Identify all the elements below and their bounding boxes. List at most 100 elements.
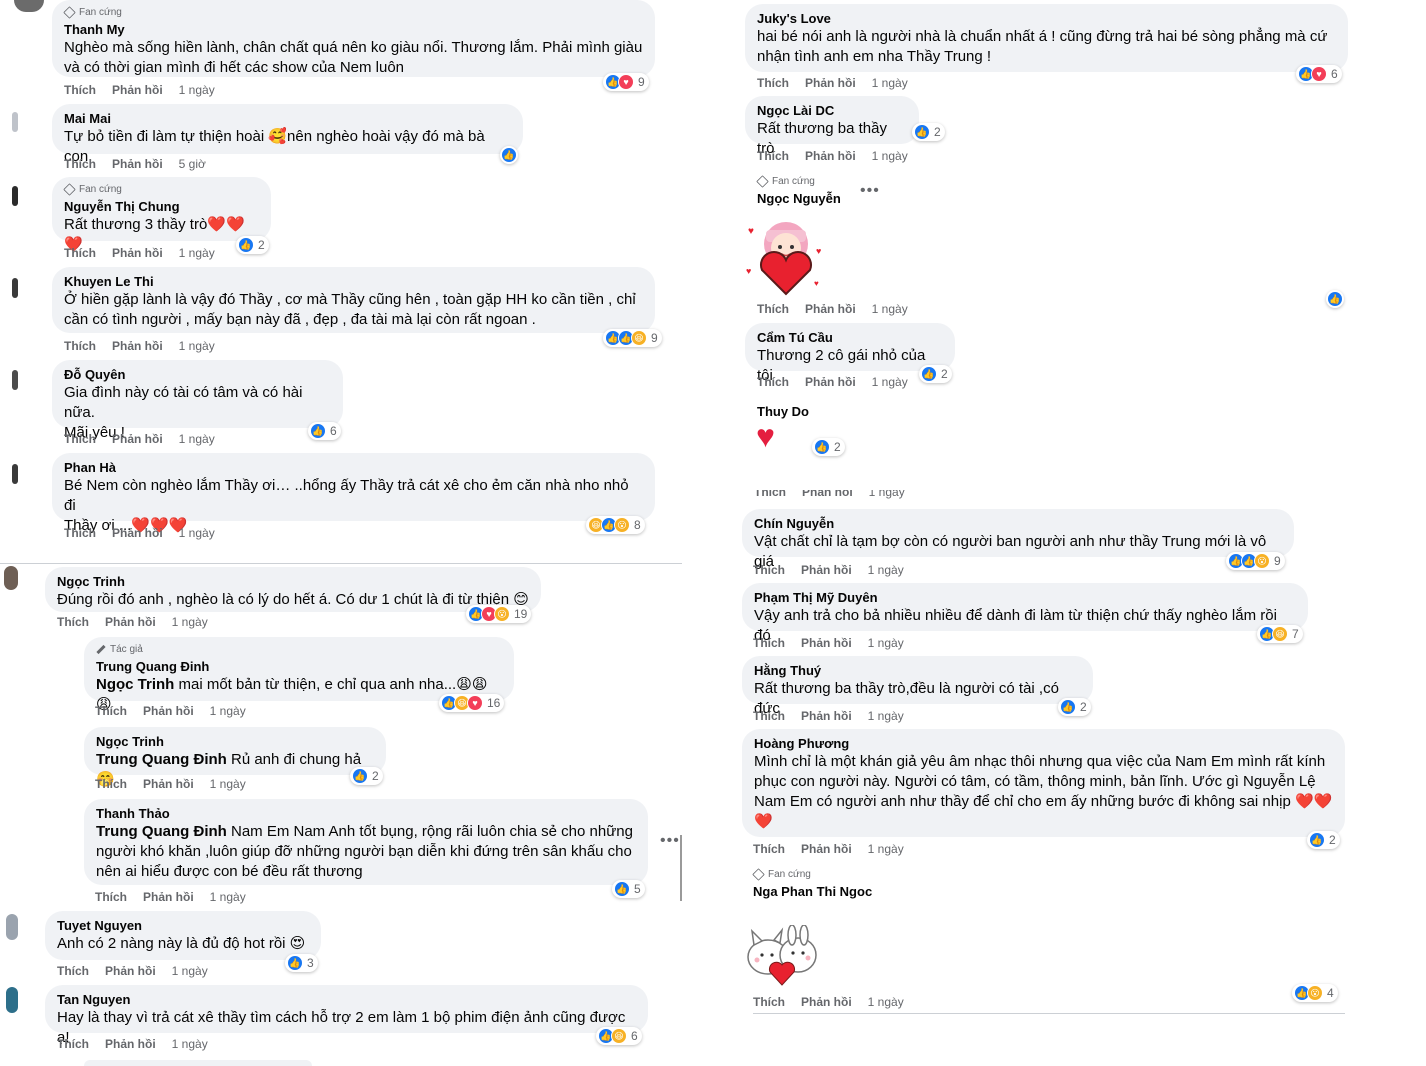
reaction-summary[interactable]: 👍 😆 ♥ 16 xyxy=(439,694,505,712)
timestamp[interactable]: 1 ngày xyxy=(872,302,908,316)
commenter-name[interactable]: Mai Mai xyxy=(64,111,511,127)
avatar[interactable] xyxy=(6,914,18,940)
timestamp[interactable]: 1 ngày xyxy=(179,246,215,260)
reply-button[interactable]: Phản hồi xyxy=(143,777,194,791)
commenter-name[interactable]: Ngọc Trinh xyxy=(96,734,374,750)
avatar[interactable] xyxy=(4,566,18,590)
reply-button[interactable]: Phản hồi xyxy=(112,339,163,353)
reaction-summary[interactable]: 👍 xyxy=(1326,290,1344,308)
reply-button[interactable]: Phản hồi xyxy=(801,563,852,577)
timestamp[interactable]: 5 giờ xyxy=(179,157,206,171)
mention-link[interactable]: Trung Quang Đinh xyxy=(96,751,227,768)
commenter-name[interactable]: Ngọc Trinh xyxy=(57,574,529,590)
reaction-summary[interactable]: 👍 2 xyxy=(1307,831,1340,849)
mention-link[interactable]: Trung Quang Đinh xyxy=(96,823,227,840)
commenter-name[interactable]: Phạm Thị Mỹ Duyên xyxy=(754,590,1296,606)
like-button[interactable]: Thích xyxy=(64,83,96,97)
avatar[interactable] xyxy=(12,464,18,484)
timestamp[interactable]: 1 ngày xyxy=(872,76,908,90)
like-button[interactable]: Thích xyxy=(753,842,785,856)
timestamp[interactable]: 1 ngày xyxy=(179,526,215,540)
reaction-summary[interactable]: 👍 xyxy=(500,146,518,164)
commenter-name[interactable]: Đỗ Quyên xyxy=(64,367,331,383)
commenter-name[interactable]: Nguyễn Thị Chung xyxy=(64,199,259,215)
reply-button[interactable]: Phản hồi xyxy=(801,709,852,723)
avatar[interactable] xyxy=(12,186,18,206)
like-button[interactable]: Thích xyxy=(64,339,96,353)
like-button[interactable]: Thích xyxy=(753,995,785,1009)
timestamp[interactable]: 1 ngày xyxy=(869,490,905,499)
like-button[interactable]: Thích xyxy=(753,563,785,577)
commenter-name[interactable]: Thanh Thảo xyxy=(96,806,636,822)
reply-button[interactable]: Phản hồi xyxy=(805,149,856,163)
like-button[interactable]: Thích xyxy=(757,302,789,316)
timestamp[interactable]: 1 ngày xyxy=(868,842,904,856)
like-button[interactable]: Thích xyxy=(757,375,789,389)
reply-button[interactable]: Phản hồi xyxy=(112,526,163,540)
timestamp[interactable]: 1 ngày xyxy=(210,890,246,904)
like-button[interactable]: Thích xyxy=(753,636,785,650)
timestamp[interactable]: 1 ngày xyxy=(172,615,208,629)
reaction-summary[interactable]: 👍 👍 😮 9 xyxy=(1226,552,1285,570)
like-button[interactable]: Thích xyxy=(57,615,89,629)
like-button[interactable]: Thích xyxy=(57,1037,89,1051)
mention-link[interactable]: Ngọc Trinh xyxy=(96,676,174,693)
like-button[interactable]: Thích xyxy=(64,526,96,540)
commenter-name[interactable]: Khuyen Le Thi xyxy=(64,274,643,290)
timestamp[interactable]: 1 ngày xyxy=(210,704,246,718)
reaction-summary[interactable]: 👍 2 xyxy=(350,767,383,785)
reaction-summary[interactable]: 😆 👍 😮 8 xyxy=(586,516,645,534)
commenter-name[interactable]: Tan Nguyen xyxy=(57,992,636,1008)
reply-button[interactable]: Phản hồi xyxy=(805,302,856,316)
reply-button[interactable]: Phản hồi xyxy=(143,890,194,904)
reply-button[interactable]: Phản hồi xyxy=(805,76,856,90)
like-button[interactable]: Thích xyxy=(753,709,785,723)
commenter-name[interactable]: Cẩm Tú Cầu xyxy=(757,330,943,346)
reply-button[interactable]: Phản hồi xyxy=(143,704,194,718)
timestamp[interactable]: 1 ngày xyxy=(172,964,208,978)
avatar[interactable] xyxy=(12,112,18,132)
commenter-name[interactable]: Tuyet Nguyen xyxy=(57,918,309,934)
like-button[interactable]: Thích xyxy=(754,490,786,499)
reaction-summary[interactable]: 👍 ♥ 😮 19 xyxy=(466,605,532,623)
avatar[interactable] xyxy=(14,0,44,12)
reaction-summary[interactable]: 👍 ♥ 9 xyxy=(603,73,649,91)
commenter-name[interactable]: Hoàng Phương xyxy=(754,736,1333,752)
commenter-name[interactable]: Juky's Love xyxy=(757,11,1336,27)
like-button[interactable]: Thích xyxy=(757,149,789,163)
timestamp[interactable]: 1 ngày xyxy=(872,375,908,389)
like-button[interactable]: Thích xyxy=(757,76,789,90)
reaction-summary[interactable]: 👍 2 xyxy=(919,365,952,383)
reply-button[interactable]: Phản hồi xyxy=(801,842,852,856)
timestamp[interactable]: 1 ngày xyxy=(172,1037,208,1051)
reaction-summary[interactable]: 👍 2 xyxy=(812,438,845,456)
like-button[interactable]: Thích xyxy=(64,246,96,260)
reply-button[interactable]: Phản hồi xyxy=(112,432,163,446)
commenter-name[interactable]: Thanh My xyxy=(64,22,643,38)
timestamp[interactable]: 1 ngày xyxy=(179,83,215,97)
reaction-summary[interactable]: 👍 3 xyxy=(285,954,318,972)
reaction-summary[interactable]: 👍 6 xyxy=(308,422,341,440)
reply-button[interactable]: Phản hồi xyxy=(105,964,156,978)
reply-button[interactable]: Phản hồi xyxy=(112,157,163,171)
like-button[interactable]: Thích xyxy=(95,704,127,718)
timestamp[interactable]: 1 ngày xyxy=(210,777,246,791)
reaction-summary[interactable]: 👍 5 xyxy=(612,880,645,898)
like-button[interactable]: Thích xyxy=(95,777,127,791)
reaction-summary[interactable]: 👍 😮 4 xyxy=(1292,984,1338,1002)
more-options-icon[interactable]: ••• xyxy=(660,832,680,850)
reply-button[interactable]: Phản hồi xyxy=(105,1037,156,1051)
reaction-summary[interactable]: 👍 ♥ 6 xyxy=(1296,65,1342,83)
timestamp[interactable]: 1 ngày xyxy=(872,149,908,163)
like-button[interactable]: Thích xyxy=(64,157,96,171)
reaction-summary[interactable]: 👍 2 xyxy=(236,236,269,254)
commenter-name[interactable]: Chín Nguyễn xyxy=(754,516,1282,532)
reaction-summary[interactable]: 👍 😆 6 xyxy=(596,1027,642,1045)
timestamp[interactable]: 1 ngày xyxy=(868,563,904,577)
like-button[interactable]: Thích xyxy=(64,432,96,446)
reply-button[interactable]: Phản hồi xyxy=(112,83,163,97)
commenter-name[interactable]: Trung Quang Đinh xyxy=(96,659,502,675)
timestamp[interactable]: 1 ngày xyxy=(868,636,904,650)
avatar[interactable] xyxy=(12,370,18,390)
reaction-summary[interactable]: 👍 2 xyxy=(912,123,945,141)
